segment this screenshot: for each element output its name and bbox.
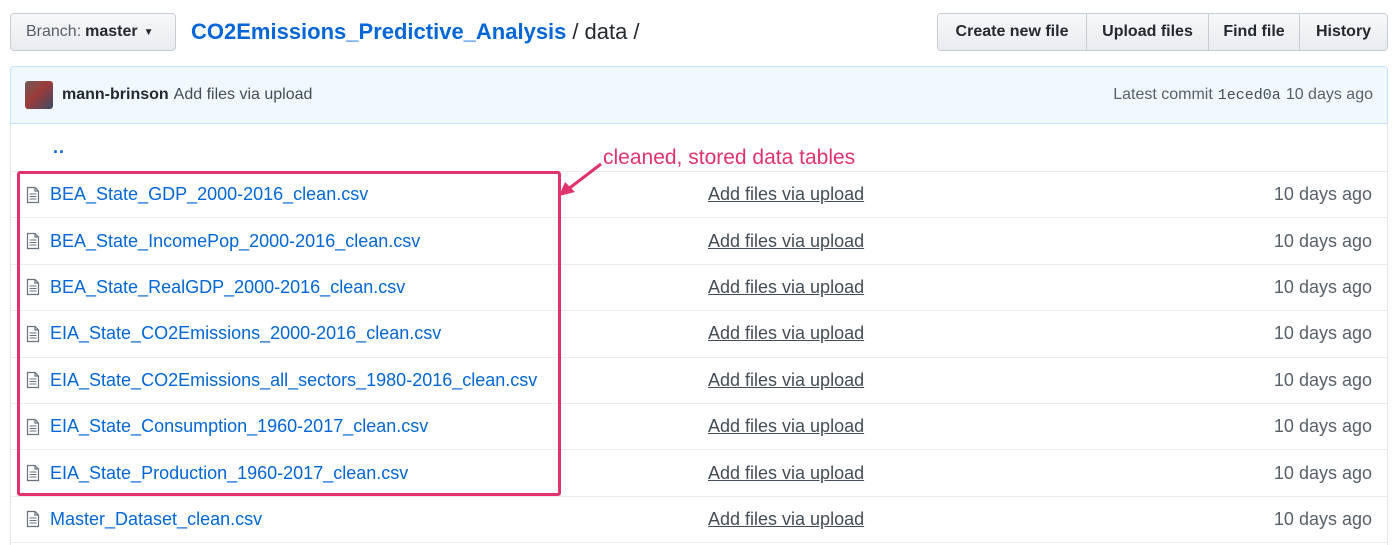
file-icon: [26, 325, 40, 342]
file-name-link[interactable]: Master_Dataset_clean.csv: [50, 509, 708, 530]
file-row: Master_Dataset_clean.csv Add files via up…: [11, 497, 1387, 544]
commit-author[interactable]: mann-brinson: [62, 86, 169, 104]
file-age: 10 days ago: [1273, 462, 1372, 483]
breadcrumb-trailing-separator: /: [633, 19, 640, 44]
file-age: 10 days ago: [1273, 276, 1372, 297]
file-commit-message[interactable]: Add files via upload: [708, 184, 864, 205]
file-commit-message[interactable]: Add files via upload: [708, 277, 864, 298]
file-commit-message[interactable]: Add files via upload: [708, 463, 864, 484]
file-commit-message[interactable]: Add files via upload: [708, 509, 864, 530]
file-icon: [26, 279, 40, 296]
history-button[interactable]: History: [1299, 14, 1387, 50]
file-age: 10 days ago: [1273, 230, 1372, 251]
file-age: 10 days ago: [1273, 508, 1372, 529]
file-actions-group: Create new file Upload files Find file H…: [937, 13, 1388, 51]
branch-selector-button[interactable]: Branch: master ▼: [10, 13, 176, 51]
file-age: 10 days ago: [1273, 323, 1372, 344]
annotation-arrow-icon: [559, 162, 602, 196]
file-name-link[interactable]: BEA_State_GDP_2000-2016_clean.csv: [50, 184, 708, 205]
file-icon: [26, 418, 40, 435]
parent-directory-link[interactable]: ..: [53, 137, 65, 158]
latest-commit-bar: mann-brinson Add files via upload Latest…: [10, 66, 1388, 124]
file-name-link[interactable]: EIA_State_CO2Emissions_2000-2016_clean.c…: [50, 323, 708, 344]
branch-value: master: [85, 23, 138, 40]
file-name-link[interactable]: EIA_State_CO2Emissions_all_sectors_1980-…: [50, 370, 708, 391]
avatar[interactable]: [25, 81, 53, 109]
file-row: EIA_State_Production_1960-2017_clean.csv…: [11, 450, 1387, 497]
file-commit-message[interactable]: Add files via upload: [708, 323, 864, 344]
file-row: EIA_State_Consumption_1960-2017_clean.cs…: [11, 404, 1387, 451]
file-icon: [26, 372, 40, 389]
file-row: EIA_State_CO2Emissions_all_sectors_1980-…: [11, 358, 1387, 404]
caret-down-icon: ▼: [143, 26, 154, 38]
file-name-link[interactable]: BEA_State_RealGDP_2000-2016_clean.csv: [50, 277, 708, 298]
file-listing-table: .. BEA_State_GDP_2000-2016_clean.csv Add …: [10, 124, 1388, 545]
file-row: BEA_State_GDP_2000-2016_clean.csv Add fil…: [11, 172, 1387, 219]
file-row: EIA_State_CO2Emissions_2000-2016_clean.c…: [11, 311, 1387, 358]
file-icon: [26, 186, 40, 203]
file-icon: [26, 511, 40, 528]
file-name-link[interactable]: BEA_State_IncomePop_2000-2016_clean.csv: [50, 231, 708, 252]
repo-link[interactable]: CO2Emissions_Predictive_Analysis: [191, 19, 566, 45]
branch-label: Branch:: [26, 23, 82, 40]
file-commit-message[interactable]: Add files via upload: [708, 231, 864, 252]
file-age: 10 days ago: [1273, 184, 1372, 205]
find-file-button[interactable]: Find file: [1208, 14, 1299, 50]
create-new-file-button[interactable]: Create new file: [938, 14, 1086, 50]
file-age: 10 days ago: [1273, 369, 1372, 390]
file-name-link[interactable]: EIA_State_Production_1960-2017_clean.csv: [50, 463, 708, 484]
commit-age: 10 days ago: [1285, 86, 1373, 103]
file-name-link[interactable]: EIA_State_Consumption_1960-2017_clean.cs…: [50, 416, 708, 437]
current-directory: data: [584, 19, 628, 44]
file-icon: [26, 232, 40, 250]
file-commit-message[interactable]: Add files via upload: [708, 370, 864, 391]
file-commit-message[interactable]: Add files via upload: [708, 416, 864, 437]
breadcrumb-separator: /: [572, 19, 579, 44]
commit-meta: Latest commit 1eced0a 10 days ago: [1113, 86, 1373, 104]
commit-sha[interactable]: 1eced0a: [1218, 87, 1281, 104]
breadcrumb: CO2Emissions_Predictive_Analysis / data …: [191, 16, 646, 48]
file-age: 10 days ago: [1273, 416, 1372, 437]
file-icon: [26, 464, 40, 482]
annotation-label: cleaned, stored data tables: [603, 146, 856, 169]
upload-files-button[interactable]: Upload files: [1086, 14, 1208, 50]
file-row: BEA_State_RealGDP_2000-2016_clean.csv Add…: [11, 265, 1387, 312]
file-row: BEA_State_IncomePop_2000-2016_clean.csv A…: [11, 218, 1387, 265]
commit-message[interactable]: Add files via upload: [174, 86, 313, 104]
latest-commit-label: Latest commit: [1113, 86, 1213, 103]
